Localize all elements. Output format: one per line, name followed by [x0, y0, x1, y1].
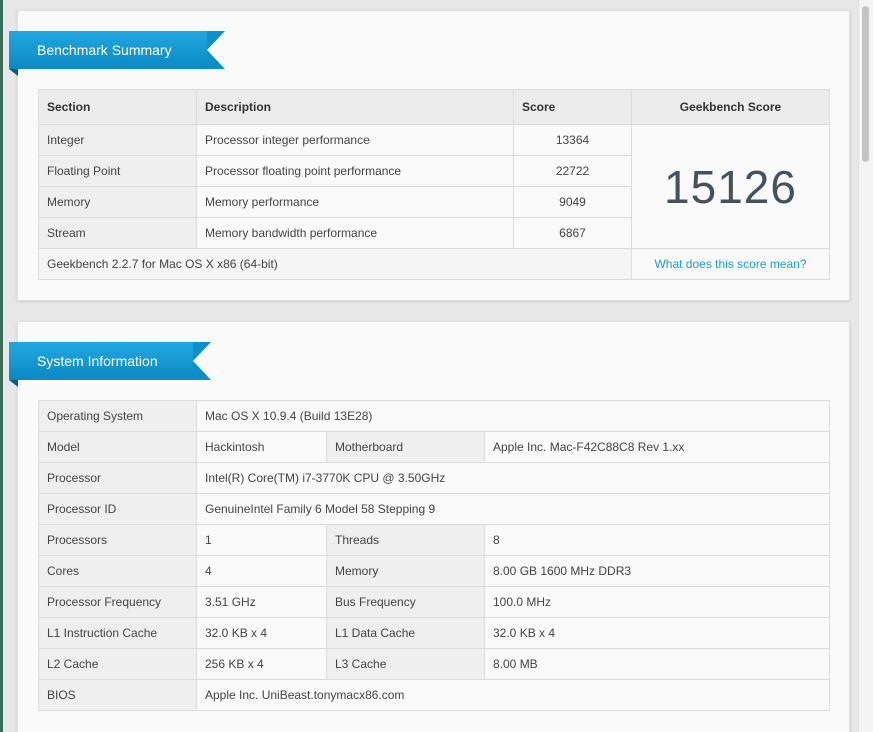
cores-value: 4 [196, 555, 327, 587]
section-cell: Memory [38, 186, 197, 218]
table-footer-row: Geekbench 2.2.7 for Mac OS X x86 (64-bit… [38, 248, 830, 280]
table-row: L1 Instruction Cache 32.0 KB x 4 L1 Data… [38, 617, 831, 649]
processors-label: Processors [38, 524, 197, 556]
l2-cache-label: L2 Cache [38, 648, 197, 680]
threads-label: Threads [326, 524, 485, 556]
table-row: L2 Cache 256 KB x 4 L3 Cache 8.00 MB [38, 648, 831, 680]
processor-id-label: Processor ID [38, 493, 197, 525]
version-text: Geekbench 2.2.7 for Mac OS X x86 (64-bit… [38, 248, 632, 280]
threads-value: 8 [483, 524, 831, 556]
benchmark-summary-panel: Benchmark Summary Section Description Sc… [9, 10, 850, 301]
vertical-scrollbar[interactable] [858, 0, 873, 732]
memory-value: 8.00 GB 1600 MHz DDR3 [483, 555, 831, 587]
table-row: Processor Intel(R) Core(TM) i7-3770K CPU… [38, 462, 831, 494]
processor-frequency-value: 3.51 GHz [196, 586, 327, 618]
model-label: Model [38, 431, 197, 463]
score-header: Score [513, 89, 632, 125]
score-cell: 22722 [513, 155, 632, 187]
l1-instruction-cache-value: 32.0 KB x 4 [196, 617, 327, 649]
table-row: Processor Frequency 3.51 GHz Bus Frequen… [38, 586, 831, 618]
description-cell: Processor floating point performance [196, 155, 514, 187]
window-edge [0, 0, 3, 732]
table-row: Processor ID GenuineIntel Family 6 Model… [38, 493, 831, 525]
processor-label: Processor [38, 462, 197, 494]
processor-id-value: GenuineIntel Family 6 Model 58 Stepping … [195, 493, 831, 525]
score-cell: 6867 [513, 217, 632, 249]
description-cell: Memory bandwidth performance [196, 217, 514, 249]
page: Benchmark Summary Section Description Sc… [0, 0, 873, 732]
score-cell: 9049 [513, 186, 632, 218]
l1-data-cache-value: 32.0 KB x 4 [483, 617, 831, 649]
description-cell: Processor integer performance [196, 124, 514, 156]
processors-value: 1 [196, 524, 327, 556]
os-label: Operating System [38, 400, 197, 432]
table-row: Integer Processor integer performance 13… [38, 124, 830, 249]
benchmark-summary-heading: Benchmark Summary [9, 31, 225, 76]
l1-data-cache-label: L1 Data Cache [326, 617, 485, 649]
bus-frequency-value: 100.0 MHz [483, 586, 831, 618]
description-header: Description [196, 89, 514, 125]
section-cell: Floating Point [38, 155, 197, 187]
section-cell: Stream [38, 217, 197, 249]
score-meaning-link[interactable]: What does this score mean? [631, 248, 830, 280]
description-cell: Memory performance [196, 186, 514, 218]
system-information-panel: System Information Operating System Mac … [9, 321, 850, 732]
section-cell: Integer [38, 124, 197, 156]
table-row: Model Hackintosh Motherboard Apple Inc. … [38, 431, 831, 463]
l2-cache-value: 256 KB x 4 [196, 648, 327, 680]
cores-label: Cores [38, 555, 197, 587]
l3-cache-label: L3 Cache [326, 648, 485, 680]
system-information-table: Operating System Mac OS X 10.9.4 (Build … [38, 400, 831, 711]
system-information-heading: System Information [9, 342, 211, 387]
bus-frequency-label: Bus Frequency [326, 586, 485, 618]
table-row: Cores 4 Memory 8.00 GB 1600 MHz DDR3 [38, 555, 831, 587]
bios-label: BIOS [38, 679, 197, 711]
table-header-row: Section Description Score Geekbench Scor… [38, 89, 830, 125]
table-row: BIOS Apple Inc. UniBeast.tonymacx86.com [38, 679, 831, 711]
motherboard-label: Motherboard [326, 431, 485, 463]
score-cell: 13364 [513, 124, 632, 156]
memory-label: Memory [326, 555, 485, 587]
processor-value: Intel(R) Core(TM) i7-3770K CPU @ 3.50GHz [195, 462, 831, 494]
model-value: Hackintosh [196, 431, 327, 463]
table-row: Processors 1 Threads 8 [38, 524, 831, 556]
table-row: Operating System Mac OS X 10.9.4 (Build … [38, 400, 831, 432]
benchmark-summary-table: Section Description Score Geekbench Scor… [38, 89, 830, 280]
geekbench-score-header: Geekbench Score [631, 89, 830, 125]
bios-value: Apple Inc. UniBeast.tonymacx86.com [195, 679, 831, 711]
geekbench-score-value: 15126 [631, 124, 830, 249]
l3-cache-value: 8.00 MB [483, 648, 831, 680]
motherboard-value: Apple Inc. Mac-F42C88C8 Rev 1.xx [483, 431, 831, 463]
os-value: Mac OS X 10.9.4 (Build 13E28) [195, 400, 831, 432]
scrollbar-thumb[interactable] [862, 6, 869, 162]
l1-instruction-cache-label: L1 Instruction Cache [38, 617, 197, 649]
section-header: Section [38, 89, 197, 125]
processor-frequency-label: Processor Frequency [38, 586, 197, 618]
